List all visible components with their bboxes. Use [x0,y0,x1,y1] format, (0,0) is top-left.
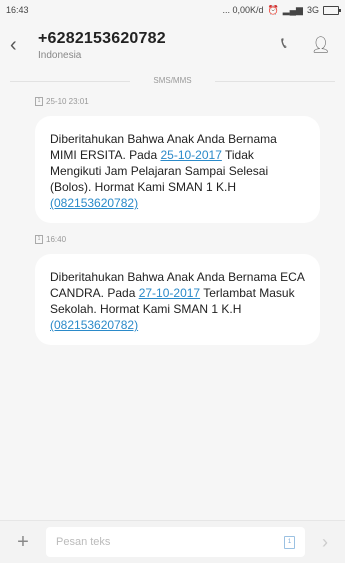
status-time: 16:43 [6,5,29,15]
message-timestamp: 1 25-10 23:01 [35,97,345,106]
send-icon[interactable]: › [305,532,345,553]
conversation-header: ‹ +6282153620782 Indonesia 📞︎ 👤︎ [0,20,345,70]
status-bar: 16:43 ... 0,00K/d ⏰ ▂▄▆ 3G [0,0,345,20]
contact-country: Indonesia [38,49,82,61]
message-bubble[interactable]: Diberitahukan Bahwa Anak Anda Bernama EC… [35,254,320,345]
phone-link[interactable]: (082153620782) [50,318,138,332]
status-indicators: ... 0,00K/d ⏰ ▂▄▆ 3G [222,4,341,16]
date-link[interactable]: 27-10-2017 [139,286,200,300]
message-timestamp: 1 16:40 [35,235,345,244]
sim-icon: 1 [35,97,43,106]
signal-icon: ▂▄▆ [282,4,303,15]
chevron-left-icon[interactable]: ‹ [10,34,30,57]
contact-title: +6282153620782 Indonesia [30,30,281,61]
date-link[interactable]: 25-10-2017 [160,148,221,162]
network-type: 3G [306,5,319,15]
phone-number: +6282153620782 [38,29,166,47]
message-input[interactable]: Pesan teks 1 [46,527,305,557]
network-speed: ... 0,00K/d [222,5,264,15]
sim-icon: 1 [35,235,43,244]
sim-select-icon[interactable]: 1 [284,536,295,549]
person-icon[interactable]: 👤︎ [311,35,331,55]
input-placeholder: Pesan teks [56,536,111,548]
timestamp-text: 25-10 23:01 [46,97,89,106]
battery-icon [323,5,341,15]
message-list: 1 25-10 23:01 Diberitahukan Bahwa Anak A… [0,97,345,345]
phone-icon[interactable]: 📞︎ [281,35,287,55]
message-bubble[interactable]: Diberitahukan Bahwa Anak Anda Bernama MI… [35,116,320,223]
phone-link[interactable]: (082153620782) [50,196,138,210]
channel-label: SMS/MMS [0,76,345,85]
compose-bar: + Pesan teks 1 › [0,520,345,563]
plus-icon[interactable]: + [0,531,46,554]
timestamp-text: 16:40 [46,235,67,244]
alarm-icon: ⏰ [267,4,279,15]
